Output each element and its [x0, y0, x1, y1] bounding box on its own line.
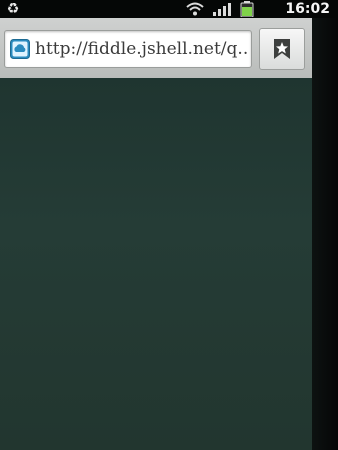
battery-icon — [240, 1, 254, 17]
status-bar: ♻ 16:02 — [0, 0, 338, 18]
url-field[interactable]: http://fiddle.jshell.net/q... — [4, 30, 252, 68]
status-clock: 16:02 — [285, 1, 330, 17]
device-bezel — [312, 18, 338, 450]
signal-icon — [213, 3, 231, 16]
page-content[interactable] — [0, 78, 312, 450]
wifi-icon — [186, 2, 204, 16]
phone-screen: ♻ 16:02 http://fiddle.jshell.net/q... — [0, 0, 338, 450]
recycle-icon: ♻ — [6, 1, 20, 17]
url-text: http://fiddle.jshell.net/q... — [35, 39, 247, 59]
browser-title-bar: http://fiddle.jshell.net/q... — [0, 18, 312, 78]
cloud-icon — [10, 39, 30, 59]
bookmark-star-icon — [274, 39, 290, 59]
bookmark-button[interactable] — [259, 28, 305, 70]
